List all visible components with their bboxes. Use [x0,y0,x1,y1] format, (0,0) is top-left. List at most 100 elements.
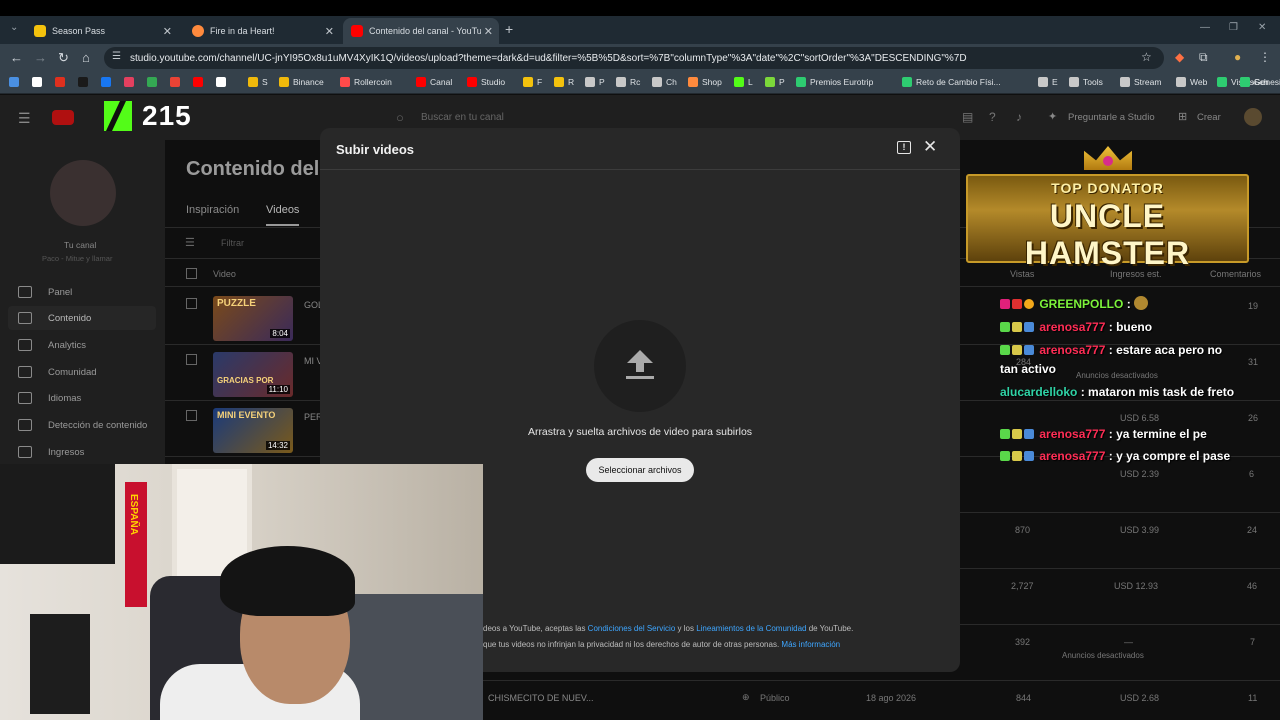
video-thumbnail[interactable]: MINI EVENTO 14:32 [213,408,293,453]
tab-season-pass[interactable]: Season Pass ✕ [26,18,178,44]
new-tab-button[interactable]: + [505,21,513,37]
sidebar-item-deteccion[interactable]: Detección de contenido [18,419,147,431]
sidebar-item-analytics[interactable]: Analytics [18,339,86,351]
minimize-icon[interactable]: — [1200,22,1210,33]
tab-fire-in-da-heart[interactable]: Fire in da Heart! ✕ [184,18,340,44]
hamburger-menu-icon[interactable]: ☰ [18,110,31,127]
back-icon[interactable]: ← [10,50,23,65]
tab-videos[interactable]: Videos [266,204,299,216]
address-bar[interactable]: studio.youtube.com/channel/UC-jnYI95Ox8u… [104,47,1164,69]
bookmark-favicon-icon [467,77,477,87]
bookmark-item[interactable]: R [554,77,574,87]
captions-icon[interactable]: ▤ [962,110,973,124]
tab-search-icon[interactable]: ⌄ [10,22,18,33]
sidebar-item-contenido[interactable]: Contenido [18,312,91,324]
bookmark-icon[interactable] [170,77,184,87]
bookmark-item[interactable]: Binance [279,77,324,87]
upload-drop-zone[interactable] [594,320,686,412]
forward-icon[interactable]: → [34,50,47,65]
bookmark-item[interactable]: Shop [688,77,722,87]
site-info-icon[interactable]: ☰ [112,51,121,62]
browser-menu-icon[interactable]: ⋮ [1259,50,1271,64]
bookmark-item[interactable]: Web [1176,77,1207,87]
bookmark-item[interactable]: Ch [652,77,677,87]
create-button[interactable]: Crear [1197,112,1221,123]
video-thumbnail[interactable]: PUZZLE 8:04 [213,296,293,341]
bookmark-item[interactable]: P [765,77,785,87]
bookmark-item[interactable]: Tools [1069,77,1103,87]
video-title[interactable]: CHISMECITO DE NUEV... [488,693,594,703]
search-icon[interactable]: ○ [396,110,404,125]
close-icon[interactable]: ✕ [923,137,937,157]
bookmark-icon[interactable] [101,77,115,87]
column-header-video[interactable]: Video [213,269,236,279]
row-checkbox[interactable] [186,298,197,309]
search-input[interactable]: Buscar en tu canal [421,112,504,123]
account-avatar[interactable] [1244,108,1262,126]
bookmark-item[interactable]: Studio [467,77,505,87]
filter-icon[interactable]: ☰ [185,236,195,249]
profile-avatar-icon[interactable]: ● [1234,50,1241,64]
tab-label: Contenido del canal - YouTube [369,26,481,36]
bookmark-item[interactable]: P [585,77,605,87]
home-icon[interactable]: ⌂ [82,50,90,65]
monetization-icon [18,446,32,458]
tab-contenido-del-canal[interactable]: Contenido del canal - YouTube ✕ [343,18,499,44]
bookmark-icon[interactable] [32,77,46,87]
bookmark-icon[interactable] [55,77,69,87]
restore-icon[interactable]: ❐ [1229,22,1238,33]
bookmark-item[interactable]: E [1038,77,1058,87]
extension-fox-icon[interactable]: ◆ [1175,50,1184,64]
bookmark-icon[interactable] [78,77,92,87]
sidebar-item-label: Comunidad [48,366,97,378]
bookmark-icon[interactable] [124,77,138,87]
bookmark-item[interactable]: Premios Eurotrip [796,77,873,87]
notifications-icon[interactable]: ♪ [1016,110,1022,124]
sidebar-item-ingresos[interactable]: Ingresos [18,446,84,458]
comments-count: 6 [1249,469,1255,479]
privacy-text-part: que tus videos no infrinjan la privacida… [483,640,782,649]
row-checkbox[interactable] [186,410,197,421]
channel-avatar[interactable] [50,160,116,226]
feedback-icon[interactable]: ! [897,141,911,154]
community-guidelines-link[interactable]: Lineamientos de la Comunidad [696,624,806,633]
terms-of-service-link[interactable]: Condiciones del Servicio [588,624,676,633]
row-checkbox[interactable] [186,354,197,365]
bookmark-icon[interactable] [147,77,161,87]
select-files-button[interactable]: Seleccionar archivos [586,458,694,482]
window-close-icon[interactable]: ✕ [1258,22,1266,33]
tab-close-icon[interactable]: ✕ [484,25,493,38]
bookmark-icon[interactable] [216,77,230,87]
visibility-value[interactable]: Público [760,693,790,703]
studio-logo-icon[interactable] [52,110,74,125]
channel-subtitle: Paco - Mitue y llamar [42,254,113,263]
sidebar-item-panel[interactable]: Panel [18,286,72,298]
more-bookmarks-icon[interactable]: » [1252,77,1257,87]
bookmark-item[interactable]: Reto de Cambio Físi... [902,77,1001,87]
bookmark-item[interactable]: Stream [1120,77,1161,87]
select-all-checkbox[interactable] [186,268,197,279]
bookmark-item[interactable]: Rc [616,77,640,87]
video-thumbnail[interactable]: GRACIAS POR 11:10 [213,352,293,397]
bookmark-item[interactable]: S [248,77,268,87]
bookmark-star-icon[interactable]: ☆ [1141,50,1152,64]
learn-more-link[interactable]: Más información [781,640,840,649]
bookmark-item[interactable]: F [523,77,542,87]
filter-input[interactable]: Filtrar [221,238,244,248]
tab-close-icon[interactable]: ✕ [163,25,172,38]
bookmark-item[interactable]: Canal [416,77,452,87]
bookmark-item[interactable]: L [734,77,753,87]
tab-inspiracion[interactable]: Inspiración [186,204,239,216]
tab-close-icon[interactable]: ✕ [325,25,334,38]
help-icon[interactable]: ? [989,110,996,124]
sidebar-item-comunidad[interactable]: Comunidad [18,366,97,378]
bookmark-icon[interactable] [193,77,207,87]
extensions-icon[interactable]: ⧉ [1199,50,1208,65]
community-icon [18,366,32,378]
sidebar-item-idiomas[interactable]: Idiomas [18,392,81,404]
reload-icon[interactable]: ↻ [58,50,69,66]
ask-studio-button[interactable]: Preguntarle a Studio [1068,112,1155,123]
bookmark-icon[interactable] [9,77,23,87]
bookmark-item[interactable]: Rollercoin [340,77,392,87]
chat-badge-icon [1000,299,1010,309]
